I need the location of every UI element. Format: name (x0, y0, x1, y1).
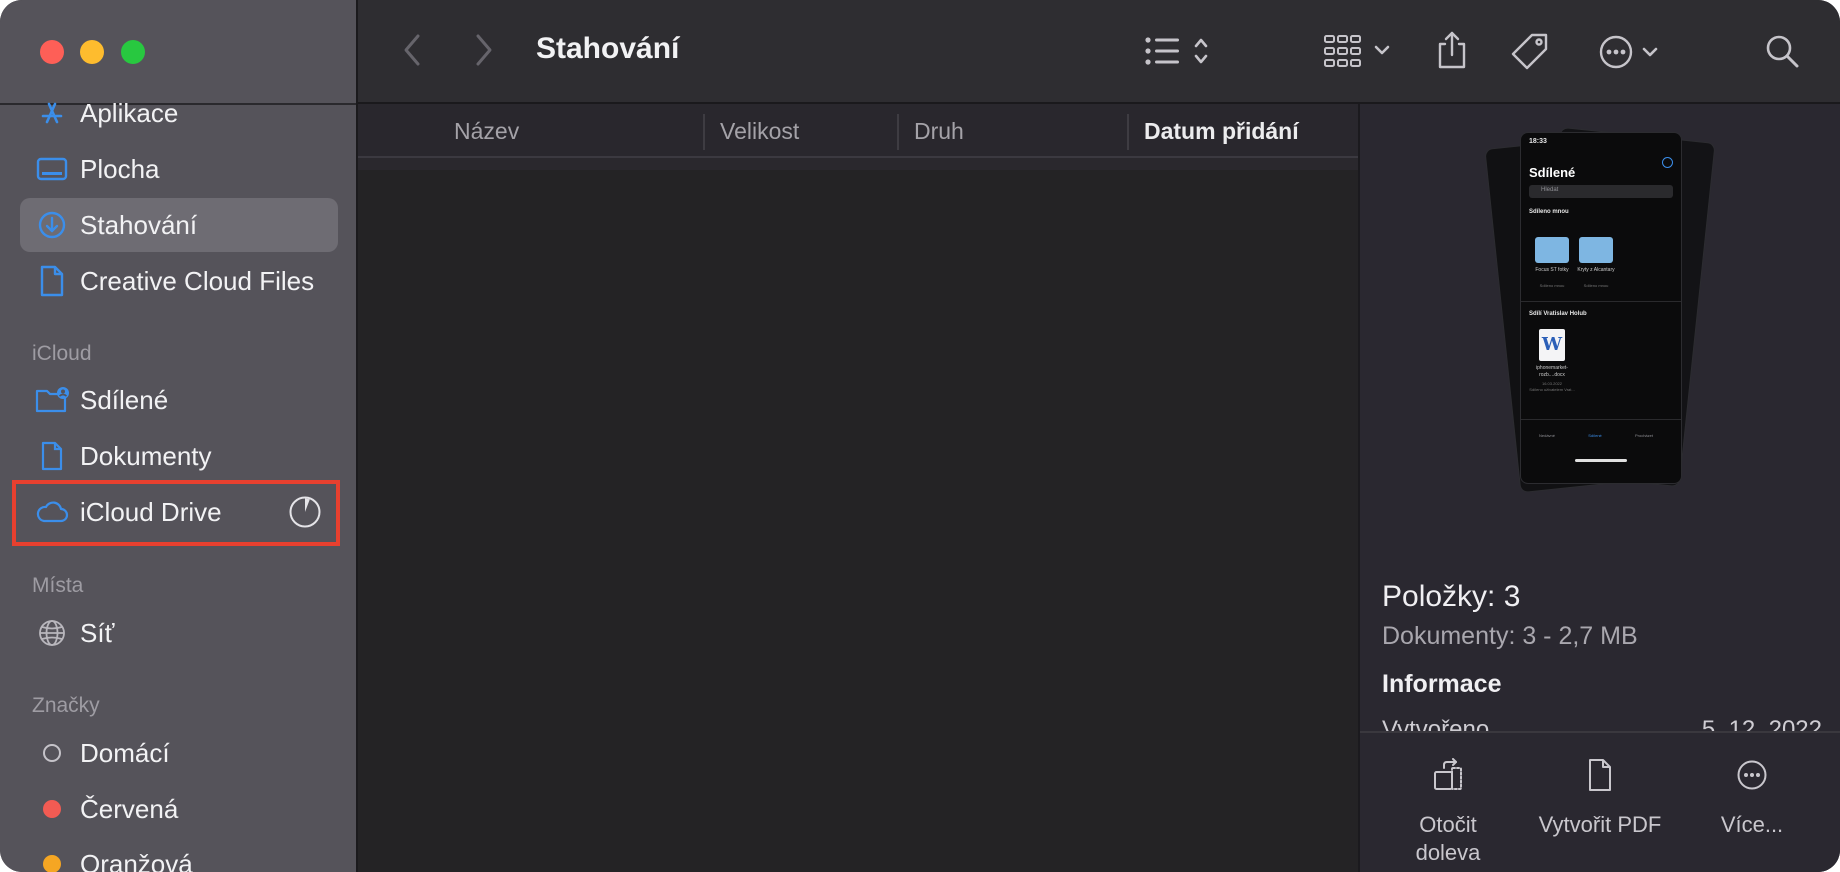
preview-created-value: 5. 12. 2022 (1701, 716, 1822, 731)
more-actions-icon[interactable] (1598, 32, 1664, 72)
preview-pane: 18:33 Sdílené Hledat Sdíleno mnou Focus … (1358, 104, 1840, 872)
phone-home-indicator (1575, 459, 1627, 462)
more-button[interactable]: Více... (1677, 753, 1827, 839)
create-pdf-label: Vytvořit PDF (1538, 812, 1662, 837)
phone-search-field: Hledat (1529, 185, 1673, 198)
sidebar-item-label: Creative Cloud Files (80, 265, 315, 296)
sidebar-item-documents[interactable]: Dokumenty (20, 429, 338, 483)
sidebar-item-creative-cloud[interactable]: Creative Cloud Files (20, 254, 338, 308)
phone-more-icon (1662, 157, 1673, 168)
column-name-header[interactable]: Název (454, 118, 519, 145)
phone-heading: Sdílené (1529, 165, 1576, 180)
column-separator (897, 114, 899, 150)
back-button[interactable] (400, 32, 424, 68)
more-label: Více... (1720, 812, 1784, 837)
create-pdf-icon (1525, 753, 1675, 797)
rotate-left-button[interactable]: Otočit doleva (1373, 753, 1523, 867)
document-icon (34, 263, 70, 299)
preview-documents-summary: Dokumenty: 3 - 2,7 MB (1382, 622, 1638, 650)
document-icon (34, 438, 70, 474)
sidebar-item-label: Dokumenty (80, 440, 212, 471)
preview-info-header: Informace (1382, 670, 1502, 698)
column-kind-header[interactable]: Druh (914, 118, 964, 145)
phone-folder-sub: Sdíleno mnou (1583, 283, 1609, 288)
phone-doc-date: 16.03.2022 (1541, 381, 1563, 386)
sidebar-item-label: Oranžová (80, 848, 193, 872)
preview-actions: Otočit doleva Vytvořit PDF Více... (1360, 733, 1840, 872)
preview-items-title: Položky: 3 (1382, 580, 1521, 613)
highlight-annotation (12, 480, 340, 546)
phone-tab-label: Nedávné (1538, 433, 1555, 438)
minimize-window-button[interactable] (80, 40, 104, 64)
column-separator (703, 114, 705, 150)
sidebar-item-label: Plocha (80, 153, 160, 184)
tag-icon[interactable] (1510, 32, 1550, 72)
sidebar-item-label: Sdílené (80, 384, 169, 415)
section-header-places: Místa (32, 574, 84, 597)
preview-thumbnail: 18:33 Sdílené Hledat Sdíleno mnou Focus … (1480, 114, 1720, 534)
phone-doc-label: iphonemarket-rozb....docx (1536, 365, 1568, 378)
file-list-area[interactable] (358, 158, 1358, 872)
phone-folder-sub: Sdíleno mnou (1539, 283, 1565, 288)
rotate-left-label: Otočit doleva (1415, 812, 1481, 865)
rotate-left-icon (1373, 753, 1523, 797)
sidebar-item-downloads[interactable]: Stahování (20, 198, 338, 252)
tag-orange-icon (34, 846, 70, 872)
share-icon[interactable] (1434, 30, 1470, 70)
sidebar-item-tag-orange[interactable]: Oranžová (20, 837, 338, 872)
app-store-icon (34, 95, 70, 131)
sidebar-item-label: Stahování (80, 209, 198, 240)
section-header-icloud: iCloud (32, 342, 92, 365)
sidebar-item-label: Domácí (80, 737, 170, 768)
sidebar: Aplikace Plocha Stahování Creative Cloud… (0, 0, 358, 872)
phone-section-label: Sdílí Vratislav Holub (1529, 311, 1587, 317)
sidebar-item-network[interactable]: Síť (20, 606, 338, 660)
phone-search-placeholder: Hledat (1541, 187, 1559, 193)
zoom-window-button[interactable] (121, 40, 145, 64)
phone-tab-label: Sdílené (1588, 433, 1602, 438)
sidebar-item-label: Síť (80, 617, 115, 648)
column-separator (1127, 114, 1129, 150)
file-list-top-strip (358, 158, 1358, 170)
column-size-header[interactable]: Velikost (720, 118, 799, 145)
section-header-tags: Značky (32, 694, 100, 717)
search-icon[interactable] (1764, 32, 1802, 72)
column-header-bar: Název Velikost Druh Datum přidání (358, 104, 1358, 158)
phone-tab-label: Procházet (1634, 433, 1653, 438)
finder-window: Aplikace Plocha Stahování Creative Cloud… (0, 0, 1840, 872)
group-by-icon[interactable] (1322, 32, 1396, 72)
column-date-added-header[interactable]: Datum přidání (1144, 118, 1299, 145)
tag-empty-icon (34, 735, 70, 771)
sidebar-item-label: Červená (80, 793, 179, 824)
phone-time: 18:33 (1529, 138, 1547, 145)
phone-doc-sub: Sdíleno uživatelem Vrat... (1529, 387, 1575, 392)
phone-section-label: Sdíleno mnou (1529, 209, 1569, 215)
create-pdf-button[interactable]: Vytvořit PDF (1525, 753, 1675, 839)
shared-folder-icon (34, 382, 70, 418)
phone-folder-icon (1579, 237, 1613, 263)
sidebar-item-applications[interactable]: Aplikace (20, 86, 338, 140)
download-icon (34, 207, 70, 243)
more-icon (1677, 753, 1827, 797)
desktop-icon (34, 151, 70, 187)
sidebar-item-desktop[interactable]: Plocha (20, 142, 338, 196)
phone-folder-label: Kryty z Alcantary (1577, 267, 1615, 273)
forward-button[interactable] (472, 32, 496, 68)
phone-folder-icon (1535, 237, 1569, 263)
word-document-icon: W (1539, 329, 1565, 361)
preview-created-label: Vytvořeno (1382, 716, 1490, 731)
globe-icon (34, 615, 70, 651)
phone-folder-label: Focus ST fotky (1535, 267, 1569, 273)
toolbar: Stahování (358, 0, 1840, 104)
list-view-icon[interactable] (1144, 34, 1216, 68)
sidebar-item-label: Aplikace (80, 97, 179, 128)
close-window-button[interactable] (40, 40, 64, 64)
tag-red-icon (34, 791, 70, 827)
sidebar-item-tag-home[interactable]: Domácí (20, 726, 338, 780)
sidebar-item-tag-red[interactable]: Červená (20, 782, 338, 836)
window-title: Stahování (536, 32, 680, 65)
sidebar-item-shared[interactable]: Sdílené (20, 373, 338, 427)
